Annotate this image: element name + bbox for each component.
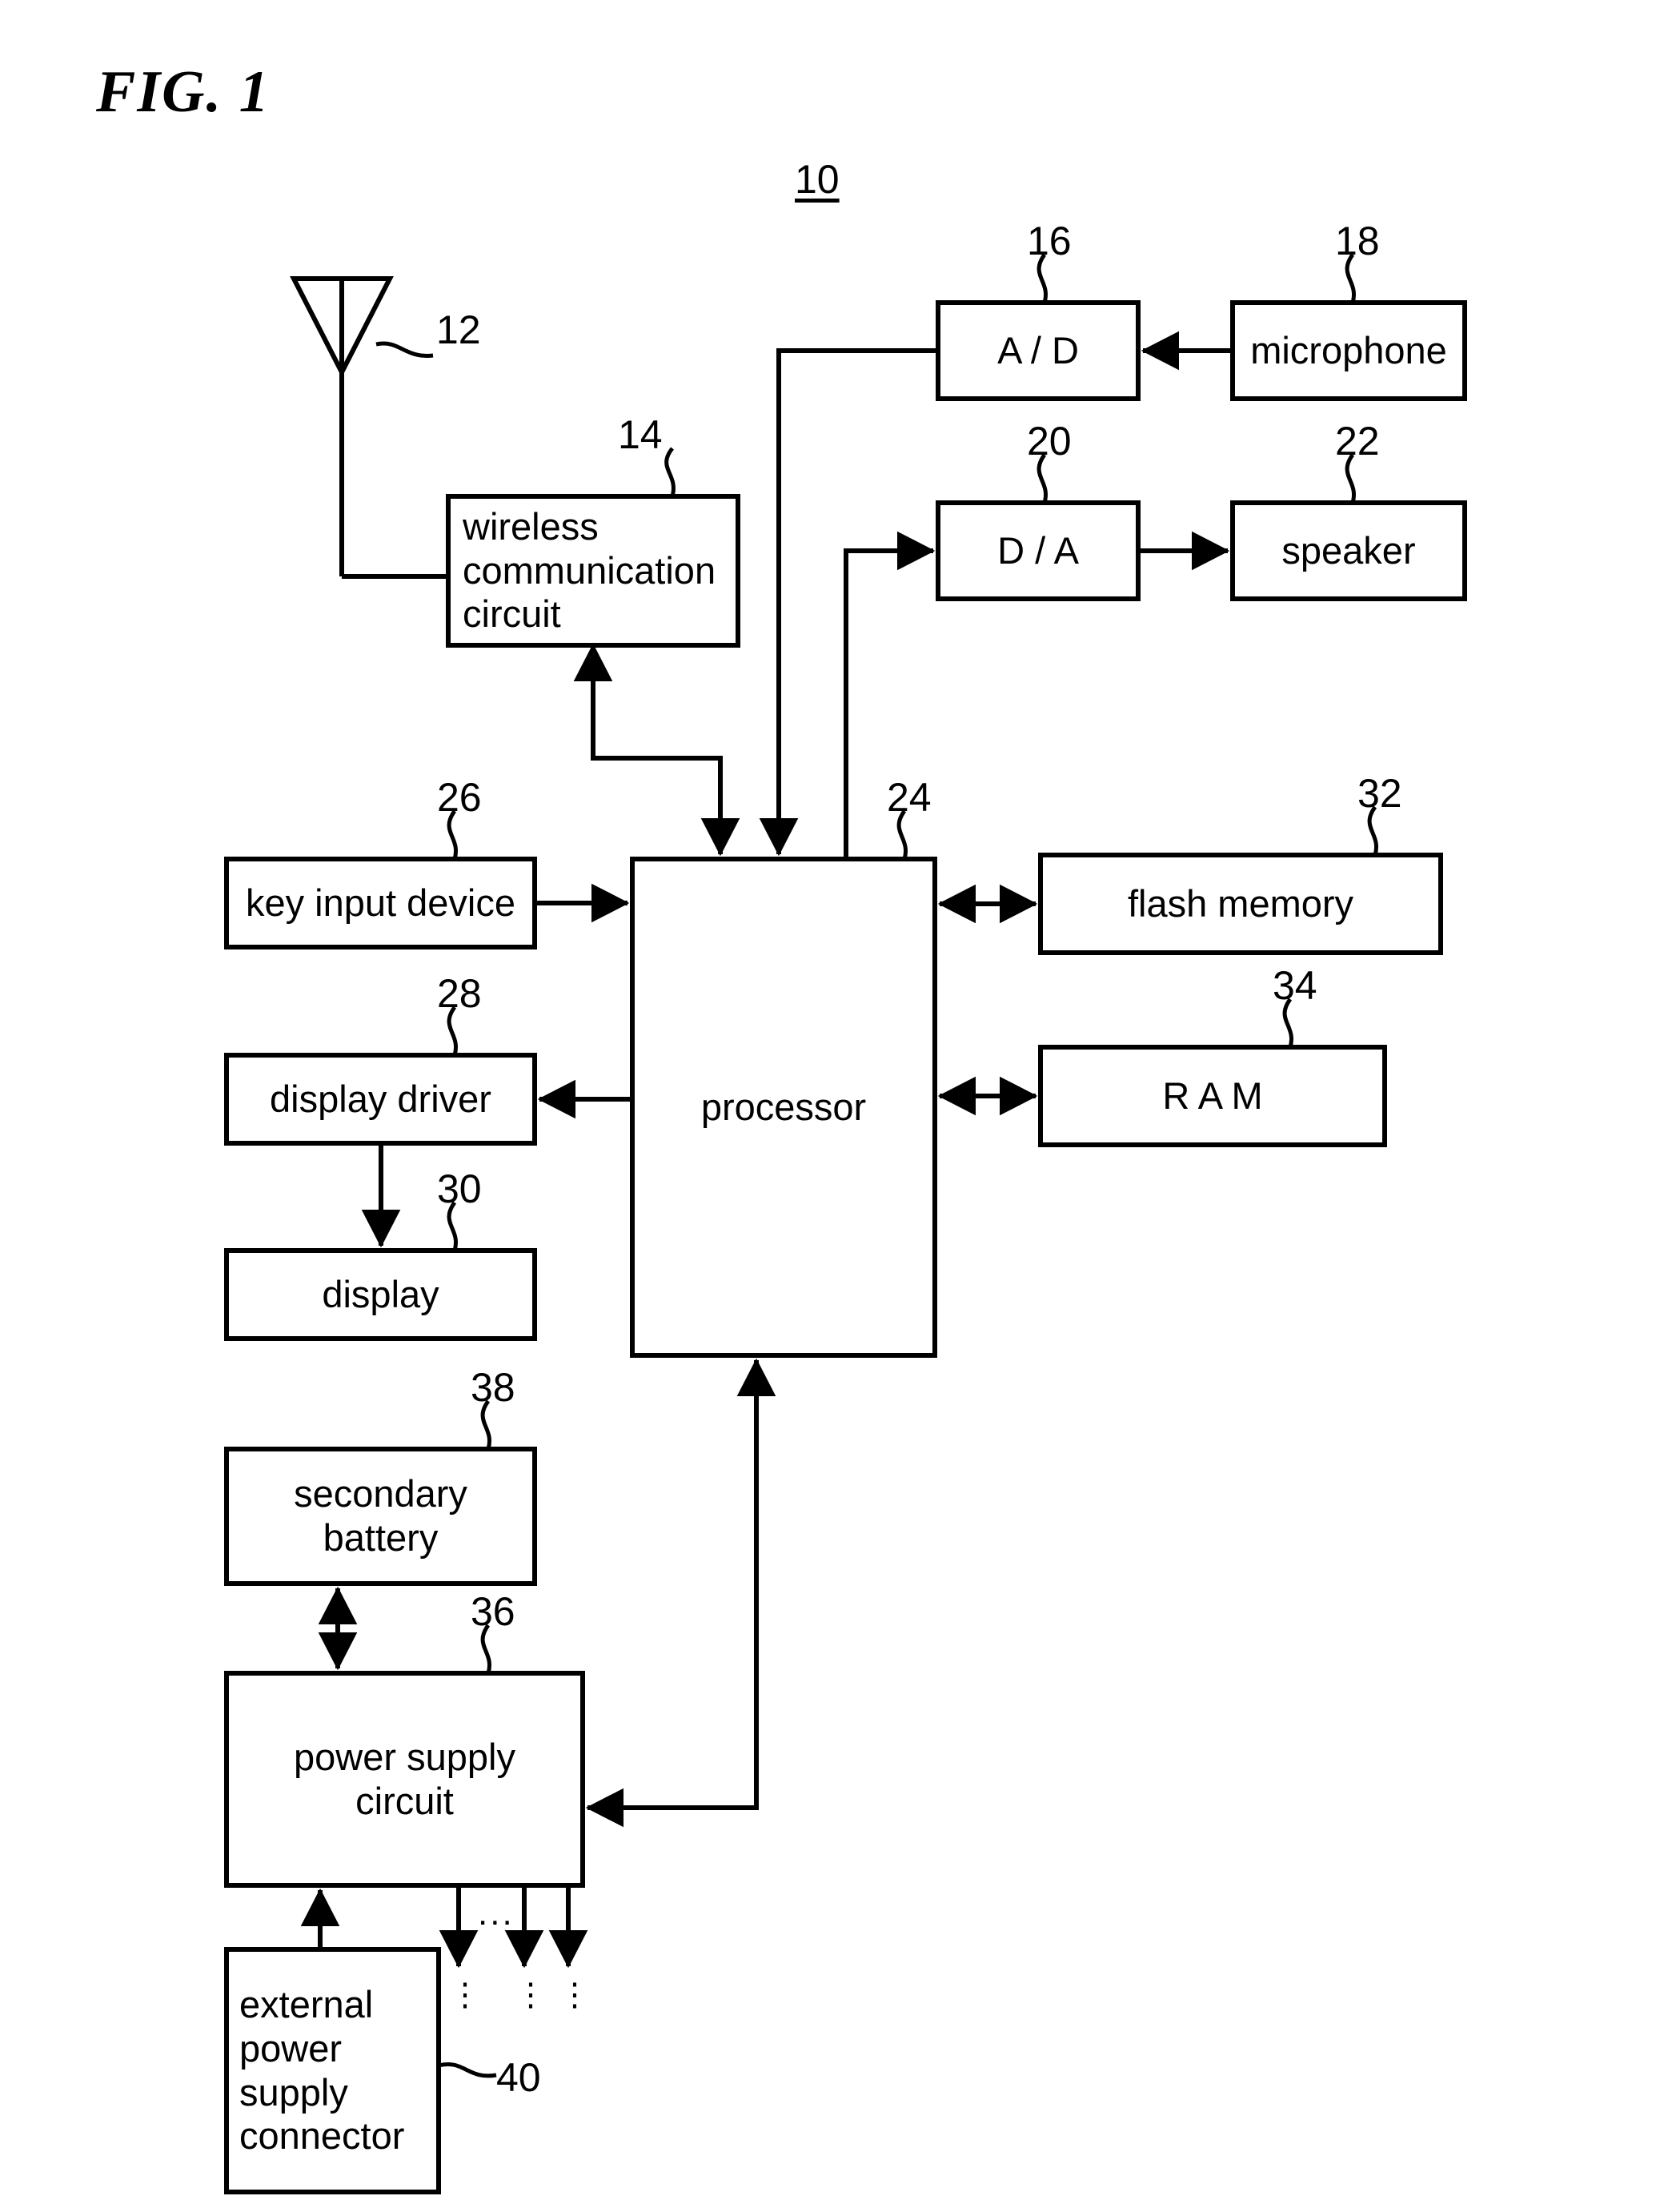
figure-canvas: FIG. 1 10 wireless communication circuit… — [0, 0, 1660, 2212]
ref-number-40: 40 — [496, 2055, 541, 2100]
ref-number-32: 32 — [1357, 771, 1402, 816]
ref-number-22: 22 — [1335, 419, 1380, 464]
ref-number-20: 20 — [1027, 419, 1072, 464]
box-display-driver — [224, 1053, 537, 1146]
box-wireless-communication-circuit — [446, 494, 740, 648]
ref-number-26: 26 — [437, 775, 482, 820]
box-ad-converter — [936, 300, 1141, 401]
power-rail-vertical-ellipsis-1: ⋮ — [449, 1977, 481, 2013]
box-ram — [1038, 1045, 1387, 1147]
box-microphone — [1230, 300, 1467, 401]
box-speaker — [1230, 500, 1467, 601]
box-display — [224, 1248, 537, 1341]
box-key-input-device — [224, 857, 537, 949]
antenna-icon — [290, 276, 448, 579]
ref-number-14: 14 — [618, 412, 663, 457]
connector-processor-powersupply — [585, 1358, 776, 1828]
box-secondary-battery — [224, 1447, 537, 1586]
box-external-power-supply-connector — [224, 1947, 441, 2194]
ref-number-18: 18 — [1335, 219, 1380, 263]
ref-number-12: 12 — [436, 307, 481, 352]
box-flash-memory — [1038, 853, 1443, 955]
box-power-supply-circuit — [224, 1671, 585, 1888]
power-rail-vertical-ellipsis-3: ⋮ — [559, 1977, 591, 2013]
power-rail-horizontal-ellipsis: ... — [478, 1893, 515, 1933]
ref-number-28: 28 — [437, 971, 482, 1016]
ref-number-36: 36 — [471, 1589, 515, 1634]
diagram-vectors — [224, 253, 1467, 2194]
ref-number-24: 24 — [887, 775, 932, 820]
ref-number-34: 34 — [1273, 963, 1317, 1008]
ref-number-30: 30 — [437, 1166, 482, 1211]
power-rail-vertical-ellipsis-2: ⋮ — [515, 1977, 547, 2013]
connector-wireless-processor — [573, 643, 740, 857]
ref-number-16: 16 — [1027, 219, 1072, 263]
box-processor — [630, 857, 937, 1358]
ref-number-38: 38 — [471, 1365, 515, 1410]
box-da-converter — [936, 500, 1141, 601]
